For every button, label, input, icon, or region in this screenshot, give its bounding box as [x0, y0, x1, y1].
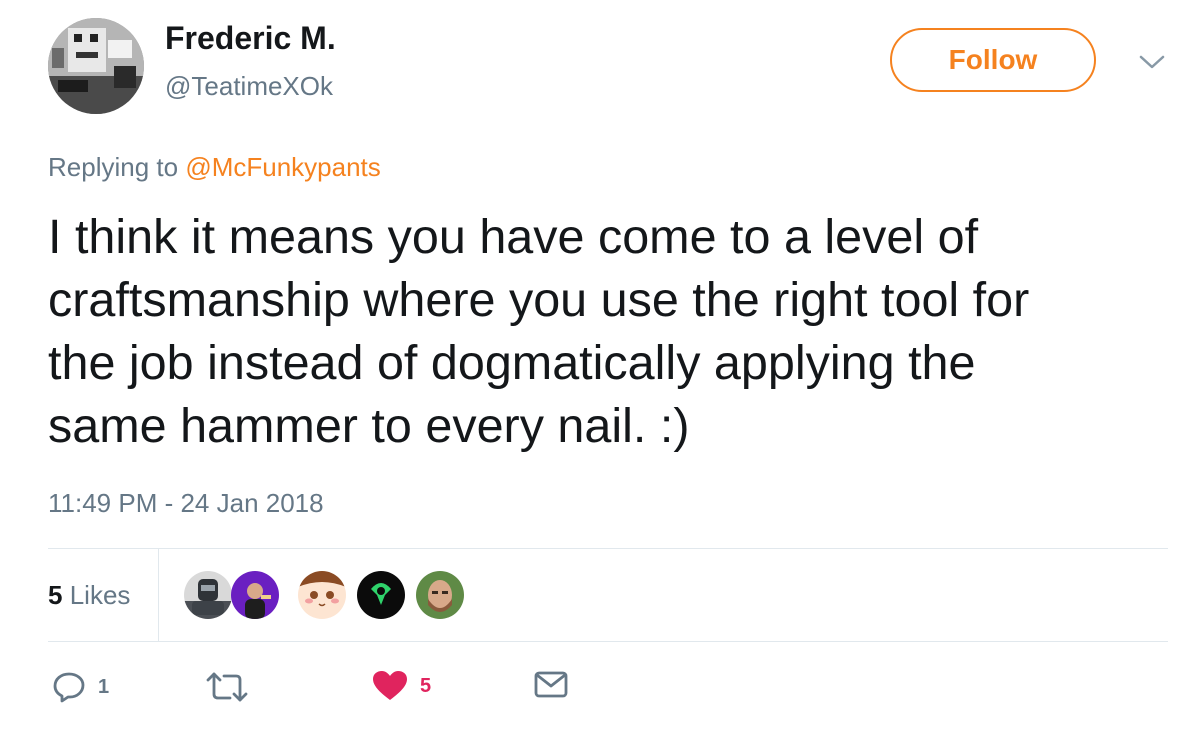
bearded-man-avatar[interactable] — [416, 571, 464, 619]
reply-icon[interactable] — [52, 670, 86, 704]
pixel-art-avatar-icon — [48, 18, 144, 114]
retweet-icon[interactable] — [204, 670, 250, 704]
tweet-text: I think it means you have come to a leve… — [48, 206, 1188, 458]
person-purple-avatar[interactable] — [231, 571, 279, 619]
user-avatar[interactable] — [48, 18, 144, 114]
divider — [48, 641, 1168, 642]
tweet-line: same hammer to every nail. :) — [48, 399, 690, 453]
likes-count[interactable]: 5 Likes — [48, 580, 130, 611]
envelope-icon[interactable] — [534, 670, 568, 700]
mention-link[interactable]: @McFunkypants — [185, 152, 380, 182]
anime-face-avatar[interactable] — [298, 571, 346, 619]
message-action[interactable] — [534, 670, 568, 700]
reply-context: Replying to @McFunkypants — [48, 152, 381, 183]
tweet-line: the job instead of dogmatically applying… — [48, 336, 976, 390]
follow-button[interactable]: Follow — [890, 28, 1096, 92]
reply-action[interactable]: 1 — [52, 670, 109, 704]
user-handle[interactable]: @TeatimeXOk — [165, 71, 333, 102]
green-logo-avatar[interactable] — [357, 571, 405, 619]
chevron-down-icon[interactable] — [1138, 52, 1166, 72]
likes-label: Likes — [69, 580, 131, 610]
like-count: 5 — [420, 674, 432, 697]
reply-count: 1 — [98, 675, 110, 698]
heart-icon[interactable] — [372, 670, 408, 702]
tweet-timestamp[interactable]: 11:49 PM - 24 Jan 2018 — [48, 488, 324, 519]
like-action[interactable]: 5 — [372, 670, 431, 702]
divider — [48, 548, 1168, 549]
tweet-line: I think it means you have come to a leve… — [48, 210, 979, 264]
divider — [158, 548, 159, 641]
reply-prefix: Replying to — [48, 152, 179, 182]
display-name[interactable]: Frederic M. — [165, 20, 336, 57]
likes-number: 5 — [48, 580, 63, 610]
tweet-line: craftsmanship where you use the right to… — [48, 273, 1030, 327]
armored-soldier-avatar[interactable] — [184, 571, 232, 619]
retweet-action[interactable] — [204, 670, 262, 704]
